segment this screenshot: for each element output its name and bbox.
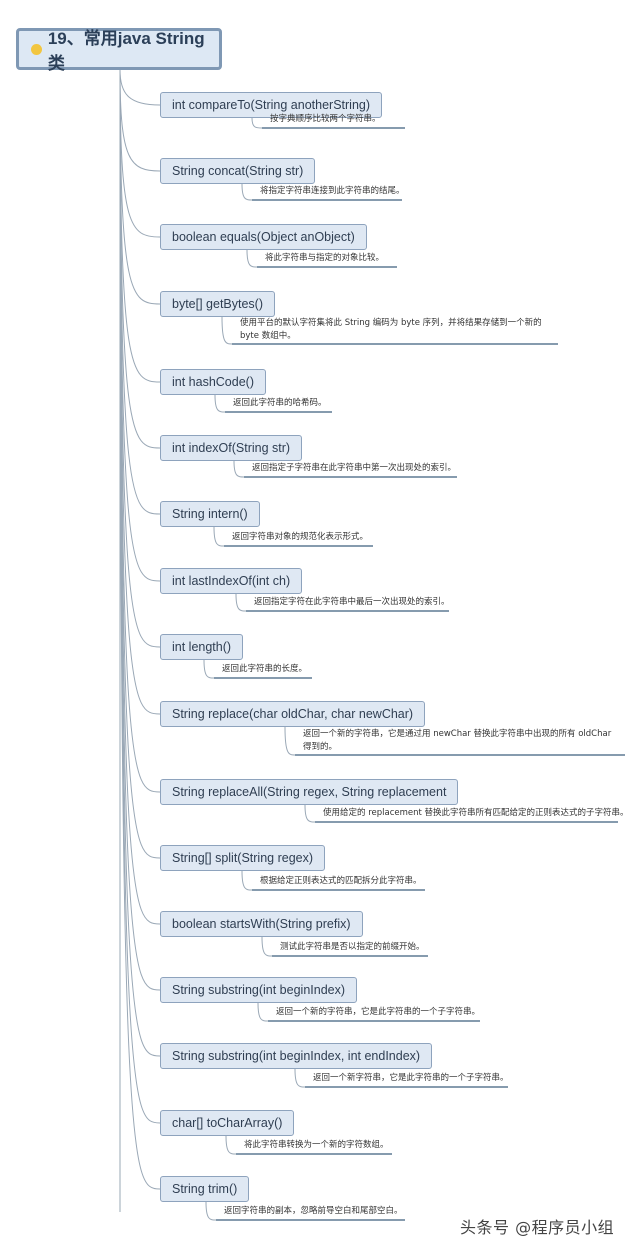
method-signature: boolean startsWith(String prefix) (172, 917, 351, 931)
method-description: 将此字符串转换为一个新的字符数组。 (244, 1140, 389, 1150)
description-hook (251, 117, 263, 129)
branch-line (119, 69, 161, 106)
branch-line (119, 69, 161, 1057)
method-signature: boolean equals(Object anObject) (172, 230, 355, 244)
method-signature: String substring(int beginIndex) (172, 983, 346, 997)
method-node[interactable]: String[] split(String regex) (160, 845, 326, 871)
method-node[interactable]: String substring(int beginIndex, int end… (160, 1043, 433, 1069)
method-description: 返回一个新的字符串，它是此字符串的一个子字符串。 (276, 1007, 481, 1017)
branch-line (119, 69, 161, 1190)
description-hook (241, 183, 253, 201)
method-node[interactable]: String trim() (160, 1176, 250, 1202)
method-signature: int length() (172, 640, 232, 654)
branch-line (119, 69, 161, 582)
method-description: 将指定字符串连接到此字符串的结尾。 (260, 186, 405, 196)
method-node[interactable]: boolean equals(Object anObject) (160, 224, 367, 250)
method-description: 使用给定的 replacement 替换此字符串所有匹配给定的正则表达式的子字符… (323, 808, 629, 818)
description-hook (225, 1135, 237, 1155)
method-node[interactable]: int lastIndexOf(int ch) (160, 568, 303, 594)
method-description: 返回指定子字符串在此字符串中第一次出现处的索引。 (252, 463, 457, 473)
method-node[interactable]: char[] toCharArray() (160, 1110, 295, 1136)
method-signature: String substring(int beginIndex, int end… (172, 1049, 421, 1063)
description-hook (246, 249, 258, 268)
description-hook (257, 1002, 269, 1022)
branch-line (119, 69, 161, 925)
branch-line (119, 69, 161, 991)
branch-line (119, 69, 161, 1124)
branch-line (119, 69, 161, 172)
branch-line (119, 69, 161, 383)
description-hook (205, 1201, 217, 1221)
branch-line (119, 69, 161, 793)
description-hook (214, 394, 226, 413)
branch-line (119, 69, 161, 715)
description-hook (213, 526, 225, 547)
watermark: 头条号 @程序员小组 (460, 1218, 615, 1237)
description-hook (294, 1068, 306, 1088)
method-node[interactable]: String substring(int beginIndex) (160, 977, 358, 1003)
root-topic[interactable]: 19、常用java String类 (16, 28, 222, 73)
method-signature: char[] toCharArray() (172, 1116, 283, 1130)
method-signature: String concat(String str) (172, 164, 304, 178)
method-signature: int compareTo(String anotherString) (172, 98, 371, 112)
method-signature: String trim() (172, 1182, 238, 1196)
method-description: 返回字符串对象的规范化表示形式。 (232, 532, 369, 542)
description-hook (233, 460, 245, 478)
method-description: 测试此字符串是否以指定的前缀开始。 (280, 942, 425, 952)
method-node[interactable]: int length() (160, 634, 244, 660)
method-node[interactable]: byte[] getBytes() (160, 291, 276, 317)
description-hook (241, 870, 253, 891)
method-node[interactable]: String concat(String str) (160, 158, 316, 184)
method-description: 使用平台的默认字符集将此 String 编码为 byte 序列，并将结果存储到一… (240, 318, 542, 341)
method-node[interactable]: int indexOf(String str) (160, 435, 303, 461)
branch-line (119, 69, 161, 648)
method-description: 根据给定正则表达式的匹配拆分此字符串。 (260, 876, 422, 886)
method-node[interactable]: boolean startsWith(String prefix) (160, 911, 363, 937)
description-hook (203, 659, 215, 679)
method-description: 返回字符串的副本，忽略前导空白和尾部空白。 (224, 1206, 403, 1216)
branch-line (119, 69, 161, 238)
description-hook (304, 804, 316, 823)
method-signature: String intern() (172, 507, 248, 521)
method-signature: byte[] getBytes() (172, 297, 264, 311)
method-node[interactable]: int hashCode() (160, 369, 266, 395)
method-signature: String replaceAll(String regex, String r… (172, 785, 447, 799)
method-description: 返回此字符串的哈希码。 (233, 398, 327, 408)
branch-line (119, 69, 161, 859)
method-description: 返回一个新的字符串，它是通过用 newChar 替换此字符串中出现的所有 old… (303, 729, 612, 752)
branch-line (119, 69, 161, 515)
method-description: 返回此字符串的长度。 (222, 664, 308, 674)
method-signature: String[] split(String regex) (172, 851, 314, 865)
method-node[interactable]: String replaceAll(String regex, String r… (160, 779, 459, 805)
branch-line (119, 69, 161, 449)
root-title: 19、常用java String类 (47, 29, 205, 73)
method-signature: int hashCode() (172, 375, 254, 389)
method-node[interactable]: String replace(char oldChar, char newCha… (160, 701, 426, 727)
method-description: 返回一个新字符串，它是此字符串的一个子字符串。 (313, 1073, 509, 1083)
method-node[interactable]: String intern() (160, 501, 260, 527)
method-description: 返回指定字符在此字符串中最后一次出现处的索引。 (254, 597, 450, 607)
method-description: 按字典顺序比较两个字符串。 (270, 114, 381, 124)
method-signature: String replace(char oldChar, char newCha… (172, 707, 414, 721)
branch-line (119, 69, 161, 305)
method-description: 将此字符串与指定的对象比较。 (265, 253, 385, 263)
method-signature: int indexOf(String str) (172, 441, 291, 455)
method-signature: int lastIndexOf(int ch) (172, 574, 291, 588)
smiley-icon (31, 43, 42, 55)
description-hook (284, 726, 296, 756)
description-hook (235, 593, 247, 612)
description-hook (221, 316, 233, 345)
description-hook (261, 936, 273, 957)
